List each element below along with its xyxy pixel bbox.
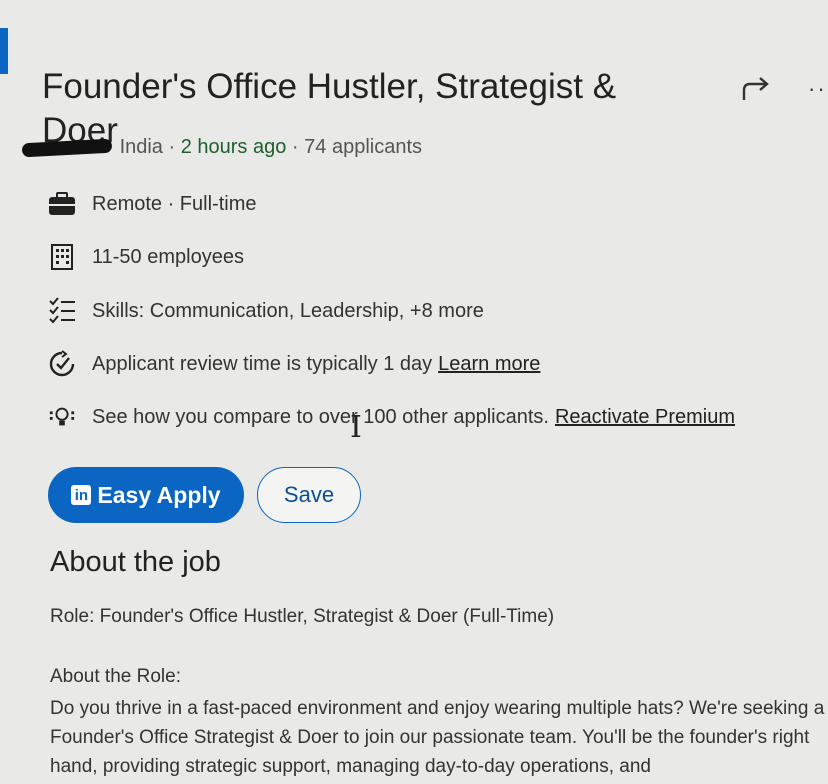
lightbulb-icon (48, 403, 76, 431)
meta-separator: · (168, 136, 181, 158)
workplace-row: Remote · Full-time (48, 190, 256, 218)
meta-separator: · (291, 136, 305, 158)
company-size: 11-50 employees (92, 245, 244, 268)
text-cursor-icon: I (350, 410, 362, 445)
job-location: India (119, 136, 163, 158)
checklist-icon (48, 297, 76, 325)
skills-row[interactable]: Skills: Communication, Leadership, +8 mo… (48, 297, 484, 325)
compare-text: See how you compare to over 100 other ap… (92, 405, 549, 428)
save-button[interactable]: Save (257, 467, 361, 523)
skills-summary: Skills: Communication, Leadership, +8 mo… (92, 299, 484, 322)
easy-apply-label: Easy Apply (97, 481, 221, 508)
job-description: Do you thrive in a fast-paced environmen… (50, 698, 825, 777)
company-size-row: 11-50 employees (48, 243, 244, 271)
role-line: Role: Founder's Office Hustler, Strategi… (50, 606, 554, 628)
applicant-count: 74 applicants (304, 136, 423, 158)
about-role-heading: About the Role: (50, 666, 181, 687)
redacted-company (21, 138, 113, 158)
about-heading: About the job (50, 546, 221, 578)
role-value: Founder's Office Hustler, Strategist & D… (99, 606, 555, 627)
review-time-icon (48, 350, 76, 378)
review-time-text: Applicant review time is typically 1 day (92, 352, 433, 375)
posted-time: 2 hours ago (180, 136, 287, 158)
easy-apply-button[interactable]: in Easy Apply (48, 467, 244, 523)
workplace-type: Remote · Full-time (92, 192, 257, 215)
compare-row: See how you compare to over 100 other ap… (48, 403, 735, 431)
more-icon[interactable]: ·· (808, 76, 827, 102)
briefcase-icon (48, 190, 76, 218)
building-icon (48, 243, 76, 271)
review-time-row: Applicant review time is typically 1 day… (48, 350, 540, 378)
job-details-panel: Founder's Office Hustler, Strategist & D… (0, 0, 828, 784)
selected-job-indicator (0, 28, 8, 74)
linkedin-icon: in (71, 485, 92, 505)
share-icon[interactable] (740, 74, 774, 104)
job-meta: India · 2 hours ago · 74 applicants (21, 136, 423, 159)
role-label: Role: (50, 606, 95, 627)
reactivate-premium-link[interactable]: Reactivate Premium (555, 406, 735, 429)
learn-more-link[interactable]: Learn more (438, 353, 540, 376)
